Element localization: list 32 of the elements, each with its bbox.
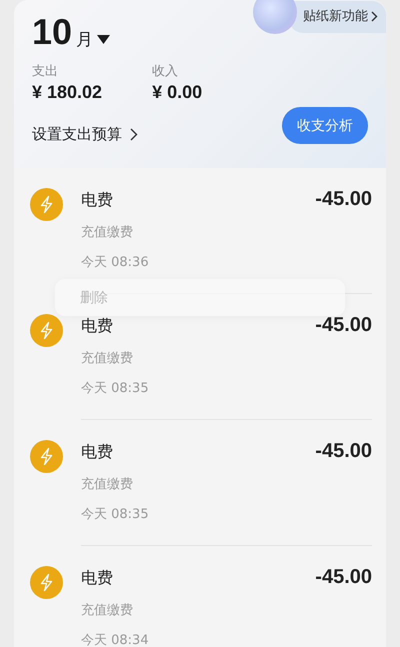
month-number[interactable]: 10	[32, 12, 72, 52]
transaction-category: 充值缴费	[81, 350, 134, 367]
transaction-title[interactable]: 电费	[81, 442, 113, 463]
transaction-amount: -45.00	[315, 440, 372, 463]
analysis-button[interactable]: 收支分析	[282, 107, 368, 144]
transaction-category: 充值缴费	[81, 476, 134, 493]
budget-link[interactable]: 设置支出预算	[32, 125, 138, 144]
transaction-time: 今天 08:36	[81, 254, 150, 271]
lightning-icon	[30, 440, 63, 473]
stat-label: 收入	[152, 63, 180, 80]
transaction-time: 今天 08:35	[81, 506, 150, 523]
transaction-category: 充值缴费	[81, 602, 134, 619]
chevron-icon	[371, 10, 378, 22]
lightning-icon	[30, 314, 63, 347]
lightning-icon	[30, 566, 63, 599]
stat-label: 支出	[32, 63, 59, 80]
transaction-category: 充值缴费	[81, 224, 134, 241]
transaction-amount: -45.00	[315, 314, 372, 337]
sticker-promo-button[interactable]: 贴纸新功能	[289, 1, 386, 33]
lightning-icon	[30, 188, 63, 221]
dropdown-caret-icon[interactable]	[97, 35, 110, 44]
month-unit[interactable]: 月	[76, 28, 94, 52]
transaction-time: 今天 08:35	[81, 380, 150, 397]
transaction-amount: -45.00	[315, 566, 372, 589]
transaction-amount: -45.00	[315, 188, 372, 211]
transaction-title[interactable]: 电费	[81, 316, 113, 337]
transaction-title[interactable]: 电费	[81, 568, 113, 589]
chevron-icon	[130, 128, 138, 141]
stat-value: ¥ 180.02	[32, 82, 102, 103]
transaction-time: 今天 08:34	[81, 632, 150, 647]
transaction-title[interactable]: 电费	[81, 190, 113, 211]
stat-value: ¥ 0.00	[152, 82, 202, 103]
